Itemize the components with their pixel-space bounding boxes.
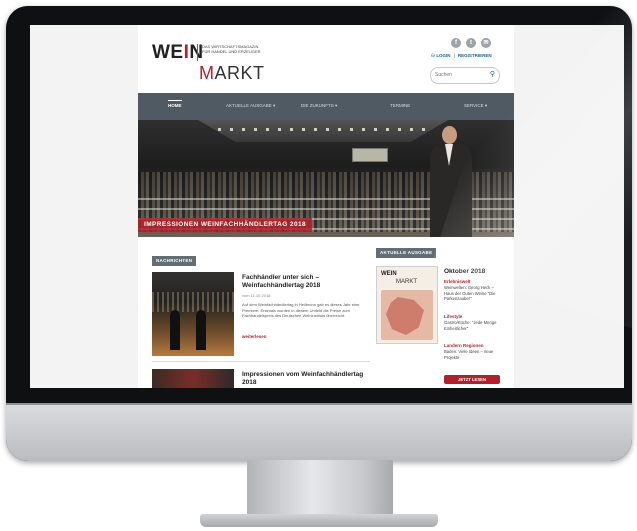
speaker-head <box>442 126 457 144</box>
nav-item-service[interactable]: SERVICE ▾ <box>464 103 487 109</box>
article-divider <box>152 361 370 362</box>
website-page: WEIN DAS WIRTSCHAFTSMAGAZIN FÜR HANDEL U… <box>138 25 514 388</box>
chin-edge <box>6 403 632 405</box>
search-input[interactable] <box>435 71 485 79</box>
monitor-stand-base <box>200 514 438 527</box>
monitor-chin <box>6 403 632 461</box>
cover-wein: WEIN <box>381 271 397 277</box>
issue-item-description: Weinwelten: Georg Heck – Haus der Guten … <box>444 285 496 301</box>
auth-links: ⚇ LOGIN | REGISTRIEREN <box>431 53 492 59</box>
screen: WEIN DAS WIRTSCHAFTSMAGAZIN FÜR HANDEL U… <box>30 25 624 388</box>
issue-month: Oktober 2018 <box>444 268 486 275</box>
hero-projection-screen <box>352 148 388 162</box>
main-nav: HOME AKTUELLE AUSGABE ▾ DIE ZUKUNFTS ▾ T… <box>138 93 514 120</box>
issue-category[interactable]: Erlebniswelt <box>444 279 471 284</box>
logo-tagline: DAS WIRTSCHAFTSMAGAZIN FÜR HANDEL UND ER… <box>202 44 261 54</box>
magazine-cover[interactable]: WEIN MARKT <box>376 266 438 344</box>
nav-item-events[interactable]: TERMINE <box>390 103 410 108</box>
hero-caption[interactable]: IMPRESSIONEN WEINFACHHÄNDLERTAG 2018 <box>138 218 312 232</box>
read-more-link[interactable]: weiterlesen <box>242 334 267 339</box>
issue-category[interactable]: Lifestyle <box>444 314 462 319</box>
image-figure <box>170 310 180 350</box>
image-figure <box>196 310 206 350</box>
logo-markt: MARKT <box>199 63 265 83</box>
login-link[interactable]: LOGIN <box>436 53 450 58</box>
cover-markt: MARKT <box>396 279 417 285</box>
search-box: ⚲ <box>430 67 500 84</box>
logo-divider <box>197 44 198 61</box>
nav-item-home[interactable]: HOME <box>168 100 182 108</box>
logo-wein: WEIN <box>152 42 203 63</box>
social-links: f t ✉ <box>451 38 491 48</box>
article-date: vom 11.10.2018 <box>242 293 271 298</box>
user-icon: ⚇ <box>431 53 436 58</box>
monitor-stand <box>247 460 393 518</box>
article-teaser: Auf dem Weinfachhändlertag in Heilbronn … <box>242 302 360 318</box>
article-image[interactable] <box>152 272 234 356</box>
speaker-body <box>430 144 472 237</box>
article-image[interactable] <box>152 369 234 388</box>
article-title[interactable]: Fachhändler unter sich – Weinfachhändler… <box>242 274 370 290</box>
nav-item-future[interactable]: DIE ZUKUNFTS ▾ <box>301 103 337 109</box>
nav-item-current-issue[interactable]: AKTUELLE AUSGABE ▾ <box>226 103 275 109</box>
read-now-button[interactable]: JETZT LESEN <box>444 375 500 384</box>
issue-category[interactable]: Landern Regionen <box>444 343 484 348</box>
mail-icon[interactable]: ✉ <box>481 38 491 48</box>
auth-separator: | <box>453 53 455 58</box>
hero-speaker <box>428 124 474 237</box>
news-section-label: NACHRICHTEN <box>152 256 197 266</box>
article-title[interactable]: Impressionen vom Weinfachhändlertag 2018 <box>242 371 370 387</box>
monitor-frame: WEIN DAS WIRTSCHAFTSMAGAZIN FÜR HANDEL U… <box>6 6 632 461</box>
twitter-icon[interactable]: t <box>466 38 476 48</box>
facebook-icon[interactable]: f <box>451 38 461 48</box>
hero-ceiling <box>198 120 448 142</box>
register-link[interactable]: REGISTRIEREN <box>458 53 492 58</box>
image-audience <box>152 292 234 312</box>
search-icon[interactable]: ⚲ <box>490 71 495 79</box>
issue-item-description: Baden: Viele Ideen – neue Projekte <box>444 349 494 360</box>
hero-image[interactable]: IMPRESSIONEN WEINFACHHÄNDLERTAG 2018 <box>138 120 514 237</box>
hero-lights <box>218 128 428 131</box>
issue-section-label: AKTUELLE AUSGABE <box>376 248 437 258</box>
issue-item-description: Gastro/Küche: "Jede Menge Einheitlicher" <box>444 320 497 331</box>
